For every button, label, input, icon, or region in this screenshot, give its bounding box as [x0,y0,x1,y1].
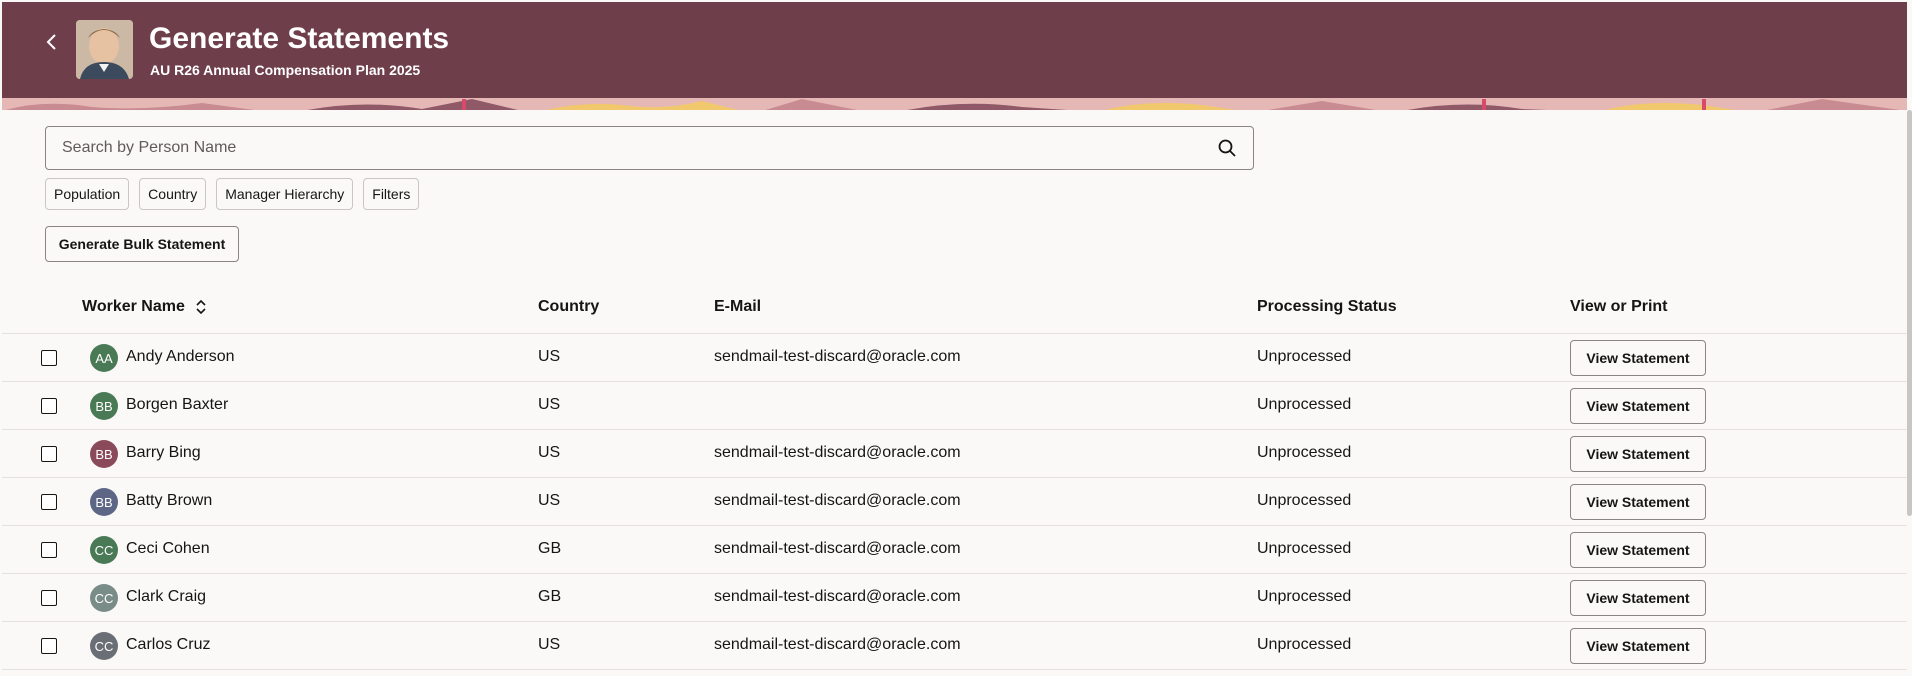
worker-country: US [538,492,561,509]
avatar: CC [90,536,118,564]
view-statement-button[interactable]: View Statement [1570,532,1706,568]
worker-name: Clark Craig [126,588,207,605]
worker-country: GB [538,540,562,557]
column-header-country: Country [538,298,600,315]
view-statement-button[interactable]: View Statement [1570,484,1706,520]
filter-chip-country[interactable]: Country [139,178,207,210]
filter-chip-filters[interactable]: Filters [363,178,420,210]
scrollbar[interactable] [1907,110,1912,516]
view-statement-button[interactable]: View Statement [1570,388,1706,424]
table-row: CC Clark Craig GB sendmail-test-discard@… [2,574,1907,622]
avatar: CC [90,584,118,612]
page: Generate Statements AU R26 Annual Compen… [0,0,1912,676]
table-header: Worker Name Country E-Mail Processing St… [2,286,1907,334]
page-title: Generate Statements [149,22,450,55]
filter-chip-manager-hierarchy[interactable]: Manager Hierarchy [216,178,354,210]
worker-name: Andy Anderson [126,348,235,365]
row-checkbox[interactable] [41,446,57,462]
filter-chips: Population Country Manager Hierarchy Fil… [45,178,420,210]
row-checkbox[interactable] [41,590,57,606]
worker-country: US [538,444,561,461]
worker-email: sendmail-test-discard@oracle.com [714,444,961,461]
avatar: BB [90,440,118,468]
processing-status: Unprocessed [1257,540,1352,557]
worker-name: Batty Brown [126,492,213,509]
table-row: BB Barry Bing US sendmail-test-discard@o… [2,430,1907,478]
processing-status: Unprocessed [1257,396,1352,413]
worker-country: US [538,348,561,365]
processing-status: Unprocessed [1257,444,1352,461]
processing-status: Unprocessed [1257,636,1352,653]
column-header-view-or-print: View or Print [1570,298,1668,315]
worker-email: sendmail-test-discard@oracle.com [714,636,961,653]
column-header-processing-status: Processing Status [1257,298,1397,315]
worker-country: US [538,636,561,653]
table-row: BB Batty Brown US sendmail-test-discard@… [2,478,1907,526]
search-field[interactable] [45,126,1254,170]
decorative-banner [2,98,1907,110]
workers-table: Worker Name Country E-Mail Processing St… [2,286,1907,670]
row-checkbox[interactable] [41,542,57,558]
worker-email: sendmail-test-discard@oracle.com [714,492,961,509]
worker-email: sendmail-test-discard@oracle.com [714,348,961,365]
avatar [76,20,133,79]
view-statement-button[interactable]: View Statement [1570,628,1706,664]
avatar: CC [90,632,118,660]
search-input[interactable] [62,127,1202,169]
sort-icon[interactable] [195,299,207,315]
page-subtitle: AU R26 Annual Compensation Plan 2025 [150,62,421,78]
generate-bulk-statement-button[interactable]: Generate Bulk Statement [45,226,239,262]
view-statement-button[interactable]: View Statement [1570,340,1706,376]
worker-name: Carlos Cruz [126,636,211,653]
row-checkbox[interactable] [41,350,57,366]
processing-status: Unprocessed [1257,492,1352,509]
row-checkbox[interactable] [41,638,57,654]
search-icon[interactable] [1217,138,1237,158]
chevron-left-icon [46,34,56,50]
worker-name: Borgen Baxter [126,396,229,413]
page-header: Generate Statements AU R26 Annual Compen… [2,2,1907,98]
worker-name: Barry Bing [126,444,201,461]
table-row: BB Borgen Baxter US Unprocessed View Sta… [2,382,1907,430]
row-checkbox[interactable] [41,494,57,510]
processing-status: Unprocessed [1257,348,1352,365]
avatar: BB [90,488,118,516]
avatar: AA [90,344,118,372]
worker-email: sendmail-test-discard@oracle.com [714,540,961,557]
filter-chip-population[interactable]: Population [45,178,130,210]
worker-email: sendmail-test-discard@oracle.com [714,588,961,605]
column-header-worker-name[interactable]: Worker Name [82,298,207,316]
avatar: BB [90,392,118,420]
processing-status: Unprocessed [1257,588,1352,605]
worker-name: Ceci Cohen [126,540,210,557]
view-statement-button[interactable]: View Statement [1570,436,1706,472]
worker-country: US [538,396,561,413]
table-row: CC Ceci Cohen GB sendmail-test-discard@o… [2,526,1907,574]
view-statement-button[interactable]: View Statement [1570,580,1706,616]
column-header-email: E-Mail [714,298,762,315]
back-button[interactable] [36,26,68,58]
table-row: AA Andy Anderson US sendmail-test-discar… [2,334,1907,382]
row-checkbox[interactable] [41,398,57,414]
table-row: CC Carlos Cruz US sendmail-test-discard@… [2,622,1907,670]
worker-country: GB [538,588,562,605]
